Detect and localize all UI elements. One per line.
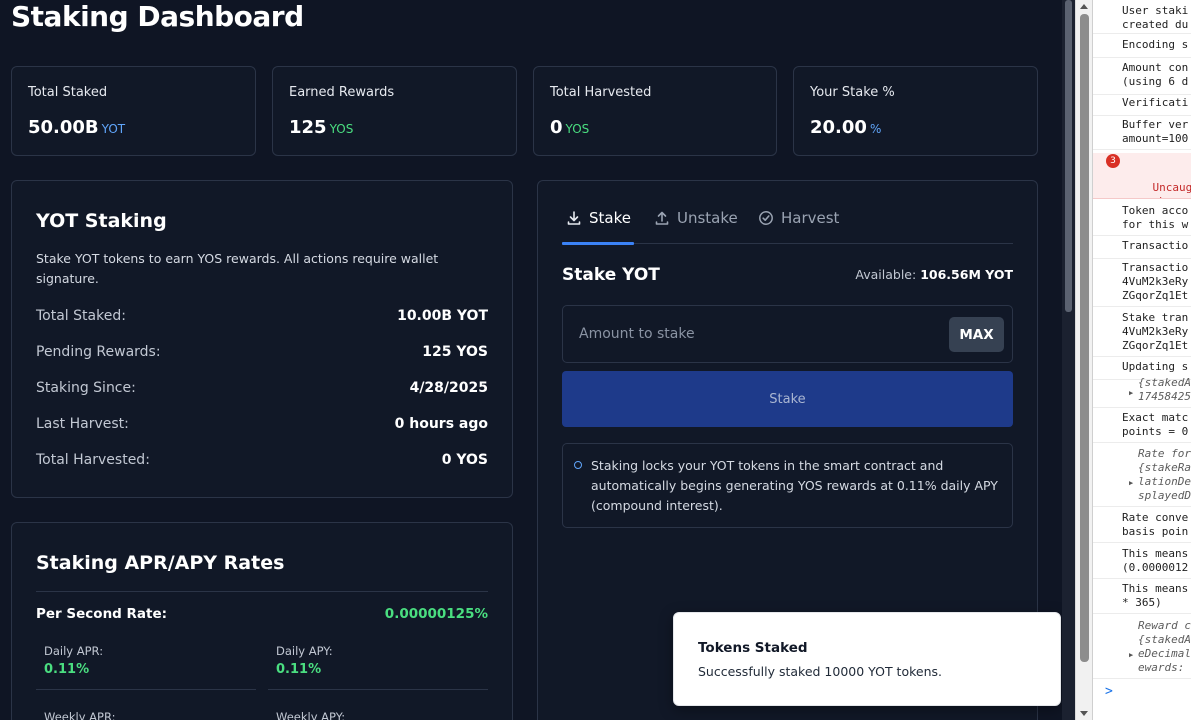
stake-heading: Stake YOT [562, 265, 660, 285]
rate-cell-daily-apr: Daily APR: 0.11% [36, 644, 256, 690]
console-line: Stake tran 4VuM2k3eRy ZGqorZq1Et [1093, 311, 1191, 357]
stat-card-total-staked: Total Staked 50.00B YOT [11, 66, 256, 156]
toast-title: Tokens Staked [698, 640, 808, 656]
tab-unstake[interactable]: Unstake [654, 209, 738, 244]
rate-cell-weekly-apy: Weekly APY: [268, 710, 488, 720]
expand-triangle-icon[interactable]: ▶ [1129, 389, 1133, 397]
console-object[interactable]: Reward cal {stakedA eDecimal ewards: [1093, 619, 1191, 679]
divider [36, 591, 488, 592]
tab-harvest[interactable]: Harvest [758, 209, 839, 244]
error-count-badge: 3 [1106, 154, 1120, 168]
stat-card-stake-percent: Your Stake % 20.00% [793, 66, 1038, 156]
upload-icon [655, 211, 669, 225]
toast-notification: Tokens Staked Successfully staked 10000 … [673, 612, 1061, 706]
per-second-rate: Per Second Rate: 0.00000125% [36, 606, 488, 622]
tab-label: Harvest [781, 209, 840, 227]
scroll-up-icon[interactable] [1080, 4, 1088, 9]
info-row-total-harvested: Total Harvested: 0 YOS [36, 452, 488, 468]
console-object[interactable]: {stakedA 17458425 [1093, 376, 1191, 408]
rate-cell-weekly-apr: Weekly APR: [36, 710, 256, 720]
console-line: Token acco for this w [1093, 204, 1191, 236]
staking-description: Stake YOT tokens to earn YOS rewards. Al… [36, 251, 439, 286]
stat-label: Your Stake % [810, 85, 895, 100]
console-line: This means * 365) [1093, 582, 1191, 614]
stat-card-total-harvested: Total Harvested 0 YOS [533, 66, 777, 156]
stat-unit: YOS [329, 122, 354, 136]
info-text: Staking locks your YOT tokens in the sma… [591, 458, 998, 513]
window-scrollbar[interactable] [1075, 0, 1092, 720]
console-prompt[interactable]: > [1105, 684, 1113, 699]
info-row-total-staked: Total Staked: 10.00B YOT [36, 308, 488, 324]
stat-unit: YOS [565, 122, 590, 136]
tab-label: Stake [589, 209, 631, 227]
panel-title: YOT Staking [36, 210, 167, 232]
stat-label: Total Harvested [550, 85, 652, 100]
scrollbar-thumb[interactable] [1065, 0, 1072, 312]
check-circle-icon [759, 211, 773, 225]
console-line: Exact matc points = 0 [1093, 411, 1191, 443]
stat-unit: % [869, 122, 882, 136]
page-scrollbar[interactable] [1062, 0, 1075, 720]
stat-value: 20.00% [810, 117, 882, 138]
apr-apy-rates-panel: Staking APR/APY Rates Per Second Rate: 0.… [11, 522, 513, 720]
tab-stake[interactable]: Stake [566, 209, 631, 244]
console-error-line: 3 Uncaught ( asynchrono closed bef [1093, 153, 1191, 199]
page-title: Staking Dashboard [11, 0, 304, 33]
max-button[interactable]: MAX [949, 317, 1004, 352]
console-line: Amount con (using 6 d [1093, 61, 1191, 95]
amount-field: MAX [562, 305, 1013, 363]
available-balance: Available: 106.56M YOT [855, 267, 1013, 282]
console-line: Verificati [1093, 96, 1191, 116]
devtools-console: User staki created du Encoding s Amount … [1092, 0, 1191, 720]
expand-triangle-icon[interactable]: ▶ [1129, 479, 1133, 487]
console-line: Transactio [1093, 239, 1191, 259]
info-icon [574, 461, 582, 469]
stat-label: Earned Rewards [289, 85, 395, 100]
console-line: Transactio 4VuM2k3eRy ZGqorZq1Et [1093, 261, 1191, 307]
tab-label: Unstake [677, 209, 738, 227]
stake-button[interactable]: Stake [562, 371, 1013, 427]
staking-app: Staking Dashboard Total Staked 50.00B YOT… [0, 0, 1062, 720]
stat-unit: YOT [101, 122, 126, 136]
stat-card-earned-rewards: Earned Rewards 125 YOS [272, 66, 517, 156]
info-row-staking-since: Staking Since: 4/28/2025 [36, 380, 488, 396]
rate-cell-daily-apy: Daily APY: 0.11% [268, 644, 488, 690]
expand-triangle-icon[interactable]: ▶ [1129, 651, 1133, 659]
staking-info-note: Staking locks your YOT tokens in the sma… [562, 443, 1013, 528]
console-object[interactable]: Rate for r {stakeRa lationDe splayedD [1093, 447, 1191, 507]
console-line: Encoding s [1093, 38, 1191, 58]
toast-message: Successfully staked 10000 YOT tokens. [698, 664, 943, 679]
yot-staking-panel: YOT Staking Stake YOT tokens to earn YOS… [11, 180, 513, 498]
scrollbar-thumb[interactable] [1080, 14, 1089, 662]
stat-value: 0 YOS [550, 117, 590, 138]
console-line: Rate conve basis poin [1093, 511, 1191, 543]
stake-tabs: Stake Unstake Harvest [562, 209, 1013, 245]
scroll-down-icon[interactable] [1080, 711, 1088, 716]
stat-value: 50.00B YOT [28, 117, 126, 138]
active-tab-indicator [562, 242, 634, 245]
console-line: This means (0.0000012 [1093, 547, 1191, 579]
amount-input[interactable] [563, 306, 943, 362]
info-row-pending-rewards: Pending Rewards: 125 YOS [36, 344, 488, 360]
console-line: User staki created du [1093, 4, 1191, 34]
stat-label: Total Staked [28, 85, 108, 100]
stat-value: 125 YOS [289, 117, 354, 138]
download-icon [567, 211, 581, 225]
info-row-last-harvest: Last Harvest: 0 hours ago [36, 416, 488, 432]
panel-title: Staking APR/APY Rates [36, 552, 285, 574]
console-line: Buffer ver amount=100 [1093, 118, 1191, 150]
